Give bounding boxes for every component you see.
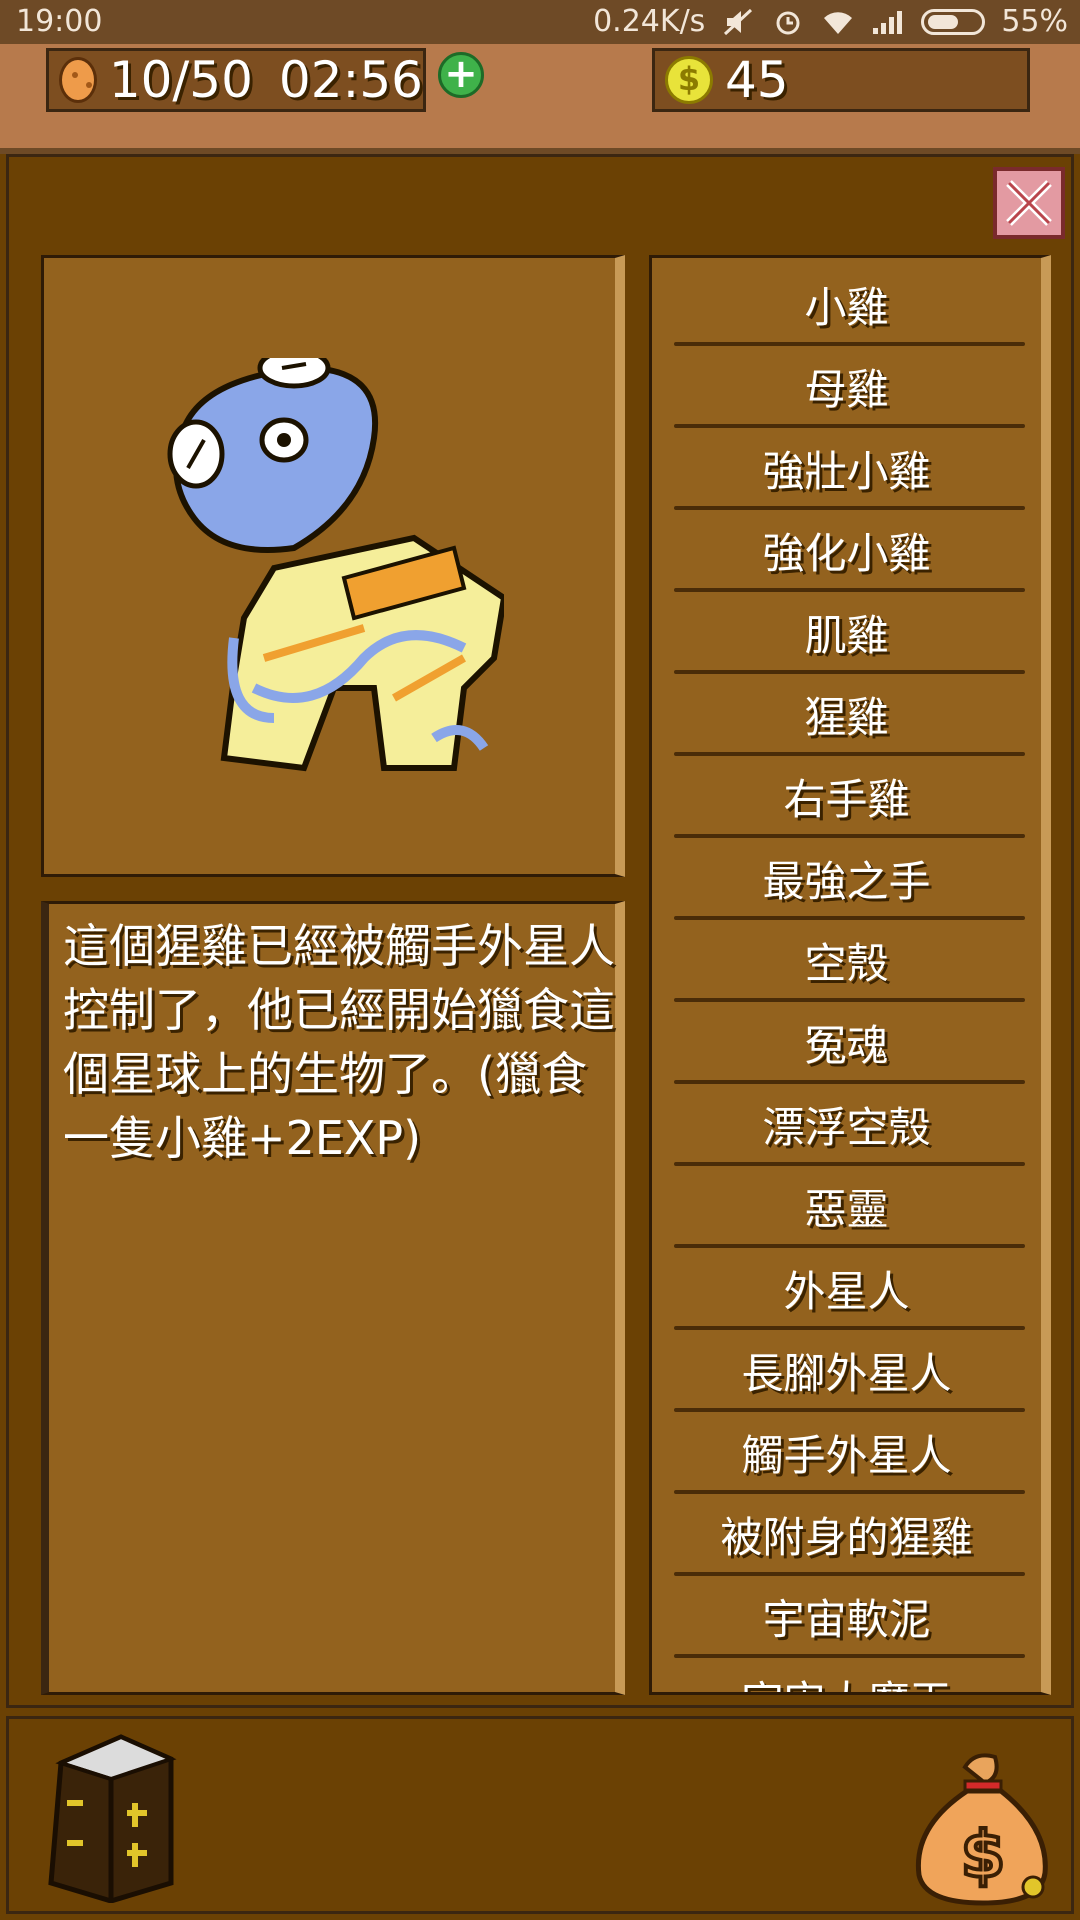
creature-list[interactable]: 小雞 母雞 強壯小雞 強化小雞 肌雞 猩雞 右手雞 最強之手 空殼 冤魂 漂浮空殼 惡靈 外星人 長腳外星…	[649, 255, 1051, 1695]
creature-list-item[interactable]: 空殼	[652, 926, 1041, 1008]
creature-list-item[interactable]: 右手雞	[652, 762, 1041, 844]
status-bar: 19:00 0.24K/s 55%	[0, 0, 1080, 44]
wifi-icon	[824, 11, 853, 34]
creature-list-item[interactable]: 惡靈	[652, 1172, 1041, 1254]
add-energy-button[interactable]: +	[438, 52, 484, 98]
coin-value: 45	[725, 51, 789, 109]
creature-description: 這個猩雞已經被觸手外星人控制了，他已經開始獵食這個星球上的生物了。(獵食一隻小雞…	[41, 901, 625, 1695]
creature-list-item[interactable]: 小雞	[652, 270, 1041, 352]
net-speed: 0.24K/s	[593, 4, 706, 39]
creature-list-item[interactable]: 漂浮空殼	[652, 1090, 1041, 1172]
creature-list-item[interactable]: 最強之手	[652, 844, 1041, 926]
creature-list-items: 小雞 母雞 強壯小雞 強化小雞 肌雞 猩雞 右手雞 最強之手 空殼 冤魂 漂浮空殼 惡靈 外星人 長腳外星…	[652, 258, 1041, 1692]
creature-list-item[interactable]: 母雞	[652, 352, 1041, 434]
possessed-chicken-sprite	[167, 358, 504, 772]
money-bag-icon[interactable]: $	[905, 1747, 1055, 1907]
creature-list-item[interactable]: 強化小雞	[652, 516, 1041, 598]
close-button[interactable]	[993, 167, 1065, 239]
energy-timer: 02:56	[278, 51, 423, 109]
creature-list-item[interactable]: 宇宙軟泥	[652, 1582, 1041, 1664]
creature-list-item[interactable]: 外星人	[652, 1254, 1041, 1336]
creature-list-item[interactable]: 被附身的猩雞	[652, 1500, 1041, 1582]
resource-bar: 10/50 02:56 + $ 45	[0, 44, 1080, 154]
creature-list-item[interactable]: 觸手外星人	[652, 1418, 1041, 1500]
cookie-icon	[59, 57, 97, 103]
coin-counter: $ 45	[652, 48, 1030, 112]
creature-list-item[interactable]: 冤魂	[652, 1008, 1041, 1090]
signal-icon	[873, 10, 903, 34]
svg-text:$: $	[961, 1819, 1006, 1893]
status-right: 0.24K/s 55%	[593, 4, 1068, 39]
close-icon	[1006, 180, 1052, 226]
creature-encyclopedia-panel: 這個猩雞已經被觸手外星人控制了，他已經開始獵食這個星球上的生物了。(獵食一隻小雞…	[6, 154, 1074, 1708]
creature-list-item[interactable]: 長腳外星人	[652, 1336, 1041, 1418]
creature-list-item[interactable]: 猩雞	[652, 680, 1041, 762]
dollar-coin-icon: $	[665, 56, 713, 104]
battery-percent: 55%	[1001, 4, 1068, 39]
energy-counter: 10/50 02:56	[46, 48, 426, 112]
creature-list-item[interactable]: 強壯小雞	[652, 434, 1041, 516]
creature-portrait	[41, 255, 625, 877]
creature-list-item[interactable]: 肌雞	[652, 598, 1041, 680]
bottom-bar: $	[6, 1716, 1074, 1914]
status-time: 19:00	[16, 4, 103, 39]
energy-value: 10/50	[108, 51, 253, 109]
book-icon[interactable]	[31, 1733, 181, 1903]
mute-icon	[724, 8, 753, 35]
creature-list-item[interactable]: 宇宙大魔王	[652, 1664, 1041, 1692]
battery-icon	[921, 8, 986, 35]
alarm-icon	[776, 11, 800, 34]
